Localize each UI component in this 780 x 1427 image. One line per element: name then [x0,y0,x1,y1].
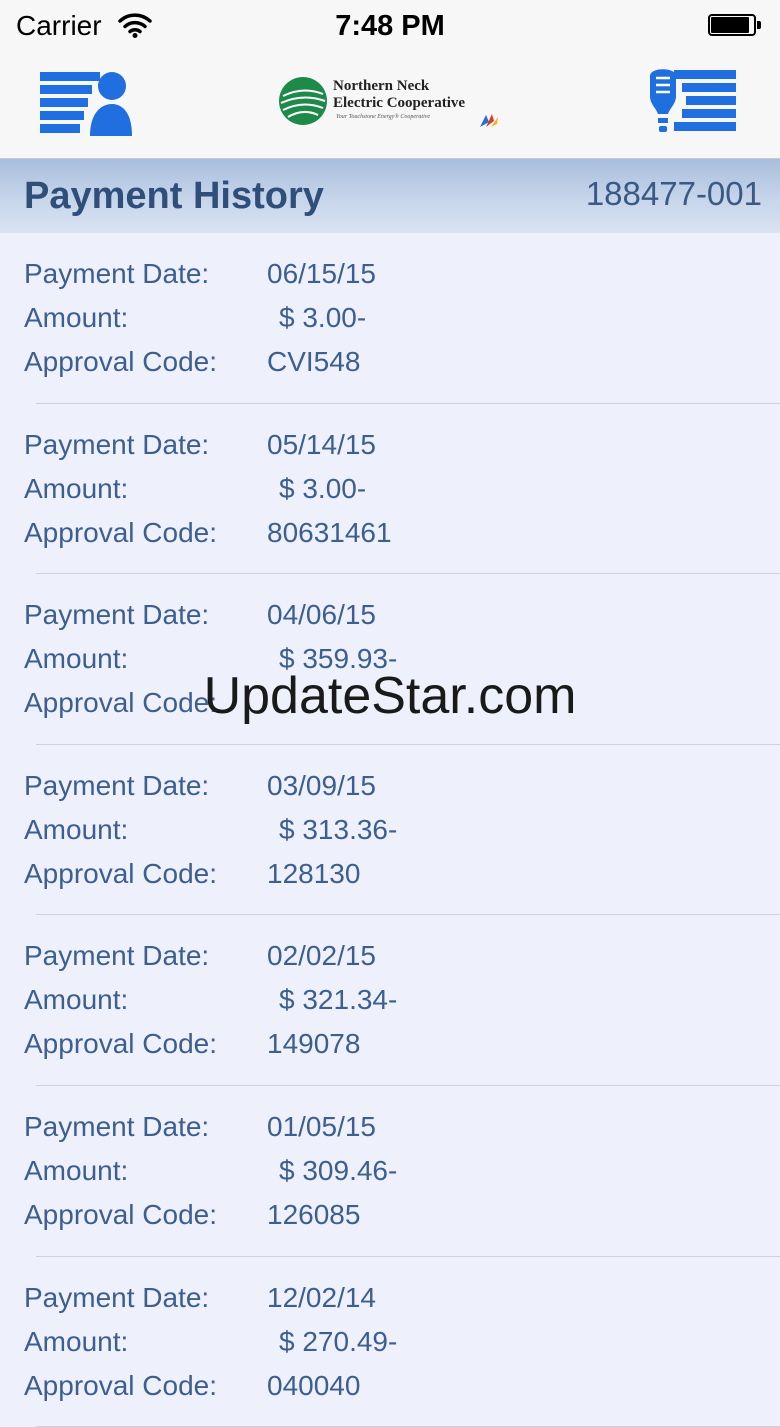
page-title: Payment History [24,175,324,217]
payment-date-value: 03/09/15 [267,769,376,801]
payment-item[interactable]: Payment Date: 02/02/15 Amount: $ 321.34- A… [0,915,780,1086]
payment-date-label: Payment Date: [24,940,210,972]
payment-date-label: Payment Date: [24,1110,210,1142]
navigation-bar: Northern Neck Electric Cooperative Your … [0,54,780,159]
amount-label: Amount: [24,984,129,1016]
amount-value: $ 313.36- [279,813,398,845]
payment-date-value: 01/05/15 [267,1110,376,1142]
approval-code-label: Approval Code: [24,1369,218,1401]
amount-value: $ 3.00- [279,302,367,333]
approval-code-label: Approval Code: [24,346,218,377]
payment-date-label: Payment Date: [24,599,210,631]
payment-date-label: Payment Date: [24,258,210,289]
payment-item[interactable]: Payment Date: 01/05/15 Amount: $ 309.46- A… [0,1086,780,1257]
payment-item[interactable]: Payment Date: 04/06/15 Amount: $ 359.93- A… [0,574,780,745]
payment-date-label: Payment Date: [24,1281,210,1313]
payment-list: Payment Date: 06/15/15 Amount: $ 3.00- App… [0,233,780,1427]
clock-time: 7:48 PM [335,10,445,42]
bulb-menu-icon [650,69,736,132]
payment-item[interactable]: Payment Date: 06/15/15 Amount: $ 3.00- App… [0,233,780,404]
payment-date-value: 02/02/15 [267,940,376,972]
battery-icon [708,14,764,38]
amount-value: $ 270.49- [279,1325,398,1357]
approval-code-label: Approval Code: [24,1028,218,1060]
approval-code-label: Approval Code: [24,1198,218,1230]
approval-code-label: Approval Code: [24,687,218,719]
amount-value: $ 359.93- [279,643,398,675]
payment-date-value: 06/15/15 [267,258,376,289]
logo-line2: Electric Cooperative [333,95,466,111]
approval-code-label: Approval Code: [24,516,218,548]
approval-code-value: 040040 [267,1369,361,1401]
bulb-menu-button[interactable] [648,68,736,136]
approval-code-value: 128130 [267,857,361,889]
amount-value: $ 309.46- [279,1154,398,1186]
payment-date-label: Payment Date: [24,428,210,460]
payment-item[interactable]: Payment Date: 05/14/15 Amount: $ 3.00- App… [0,404,780,575]
logo-tagline: Your Touchstone Energy® Cooperative [336,114,431,120]
amount-label: Amount: [24,1325,129,1357]
approval-code-label: Approval Code: [24,857,218,889]
payment-date-label: Payment Date: [24,769,210,801]
payment-date-value: 04/06/15 [267,599,376,631]
amount-label: Amount: [24,302,129,333]
page-header: Payment History 188477-001 [0,159,780,233]
status-bar: Carrier 7:48 PM [0,0,780,54]
payment-item[interactable]: Payment Date: 12/02/14 Amount: $ 270.49- A… [0,1257,780,1427]
approval-code-value: 149078 [267,1028,361,1060]
payment-item[interactable]: Payment Date: 03/09/15 Amount: $ 313.36- A… [0,745,780,916]
approval-code-value: CVI548 [267,346,361,377]
amount-label: Amount: [24,1154,129,1186]
account-menu-button[interactable] [40,70,132,136]
amount-label: Amount: [24,643,129,675]
approval-code-value: 126085 [267,1198,361,1230]
touchstone-mark-icon [480,114,498,127]
approval-code-value: 80631461 [267,516,392,548]
account-number: 188477-001 [585,175,762,212]
globe-logo-icon [279,77,327,125]
amount-label: Amount: [24,813,129,845]
payment-date-value: 12/02/14 [267,1281,376,1313]
cooperative-logo: Northern Neck Electric Cooperative Your … [278,76,508,136]
amount-value: $ 321.34- [279,984,398,1016]
amount-value: $ 3.00- [279,472,367,504]
payment-date-value: 05/14/15 [267,428,376,460]
amount-label: Amount: [24,472,129,504]
logo-line1: Northern Neck [333,78,430,94]
account-menu-icon [40,72,132,136]
